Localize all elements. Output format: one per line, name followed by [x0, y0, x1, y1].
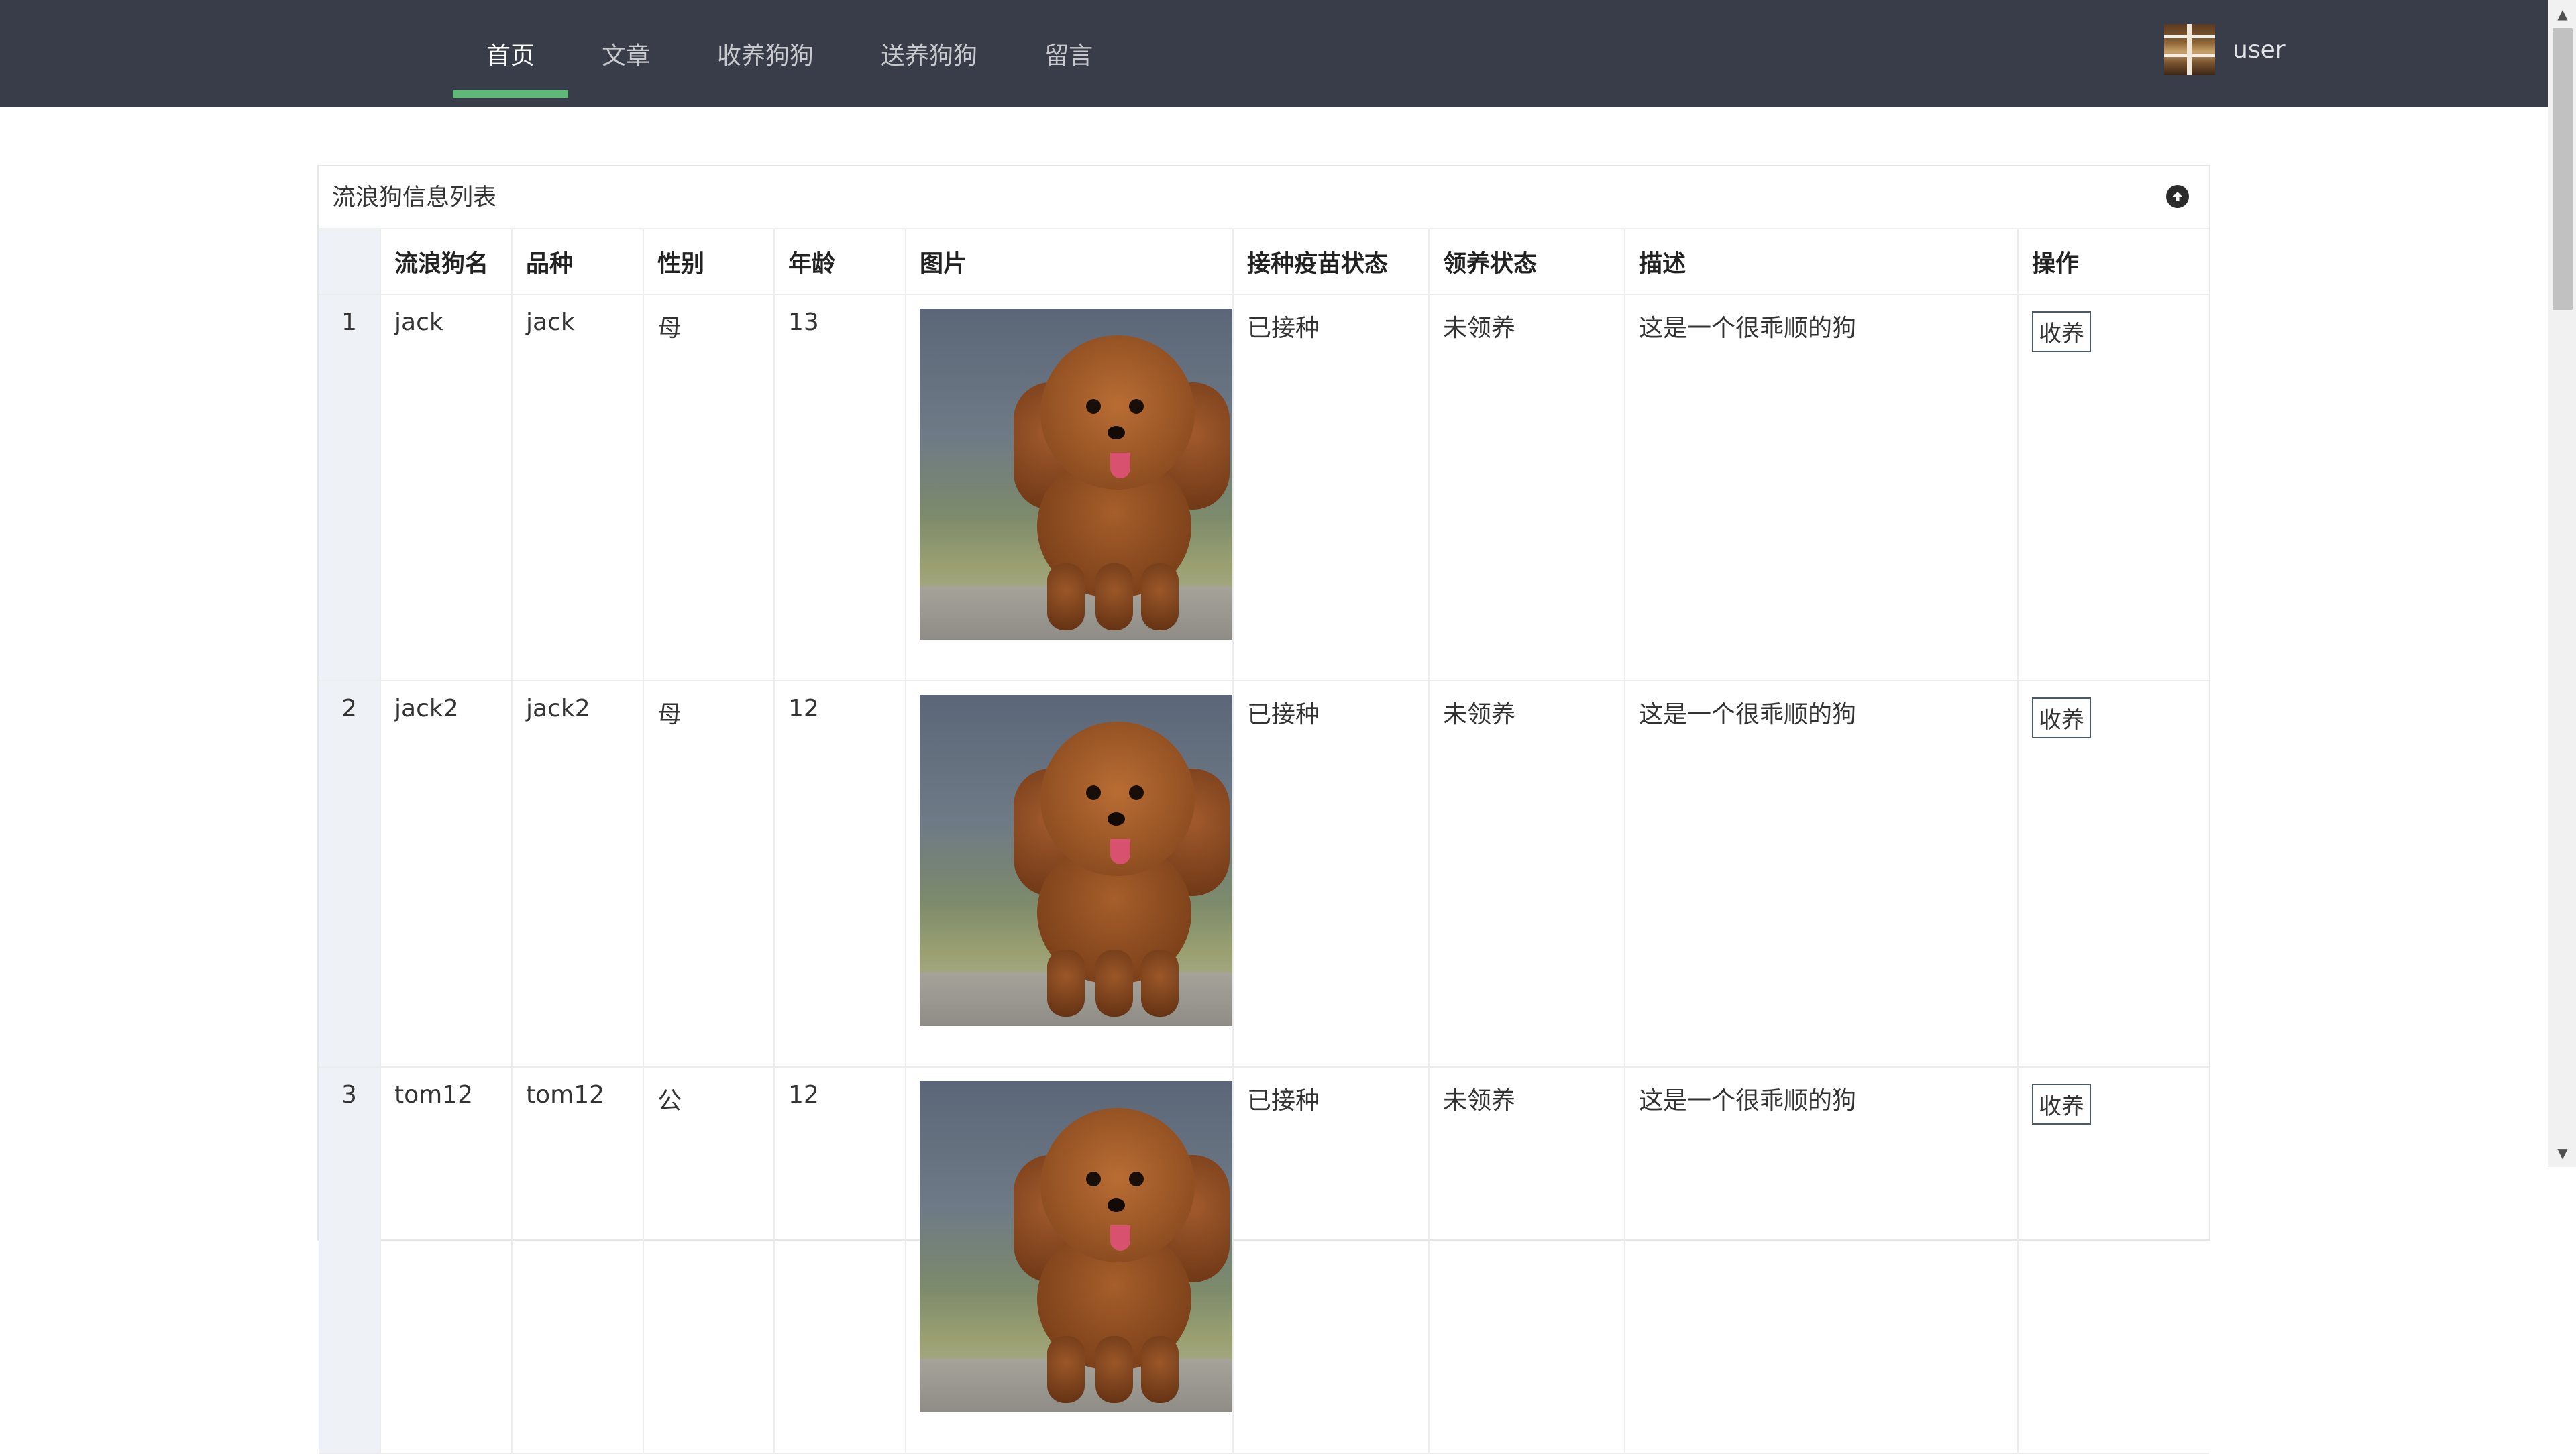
card-header: 流浪狗信息列表	[319, 166, 2209, 229]
nav-item-messages[interactable]: 留言	[1011, 0, 1126, 107]
dog-image-cell	[906, 1067, 1234, 1454]
adopt-button[interactable]: 收养	[2032, 1084, 2091, 1125]
dog-list-card: 流浪狗信息列表 流浪狗名 品种 性别 年龄 图片 接种疫苗状态 领养状态 描述 …	[317, 165, 2210, 1454]
dog-description: 这是一个很乖顺的狗	[1625, 681, 2019, 1068]
col-header-vaccine: 接种疫苗状态	[1233, 229, 1430, 295]
vaccine-status: 已接种	[1233, 681, 1430, 1068]
col-header-num	[319, 229, 381, 295]
col-header-adopt-status: 领养状态	[1429, 229, 1625, 295]
dog-photo	[920, 695, 1232, 1026]
nav-item-adopt-dogs[interactable]: 收养狗狗	[684, 0, 847, 107]
dog-name: jack	[380, 294, 513, 681]
row-number: 1	[319, 294, 381, 681]
dog-description: 这是一个很乖顺的狗	[1625, 1067, 2019, 1454]
top-header: 首页 文章 收养狗狗 送养狗狗 留言 user	[0, 0, 2548, 107]
table-row: 2 jack2 jack2 母 12 已接种 未领养 这是一个很乖顺的狗 收养	[319, 681, 2209, 1068]
nav-item-home[interactable]: 首页	[453, 0, 569, 107]
dog-description: 这是一个很乖顺的狗	[1625, 294, 2019, 681]
arrow-up-circle-icon[interactable]	[2166, 185, 2189, 208]
nav-item-articles[interactable]: 文章	[568, 0, 684, 107]
user-name: user	[2233, 36, 2286, 64]
dog-breed: tom12	[512, 1067, 644, 1454]
vaccine-status: 已接种	[1233, 294, 1430, 681]
col-header-gender: 性别	[643, 229, 775, 295]
col-header-name: 流浪狗名	[380, 229, 513, 295]
user-menu[interactable]: user	[2164, 24, 2286, 75]
table-header-row: 流浪狗名 品种 性别 年龄 图片 接种疫苗状态 领养状态 描述 操作	[319, 229, 2209, 295]
dog-name: tom12	[380, 1067, 513, 1454]
row-number: 2	[319, 681, 381, 1068]
dog-age: 13	[774, 294, 906, 681]
scrollbar-thumb[interactable]	[2553, 28, 2573, 310]
row-number: 3	[319, 1067, 381, 1454]
dog-age: 12	[774, 1067, 906, 1454]
adopt-button[interactable]: 收养	[2032, 311, 2091, 352]
dog-photo	[920, 309, 1232, 640]
dog-gender: 母	[643, 681, 775, 1068]
action-cell: 收养	[2018, 681, 2209, 1068]
adopt-status: 未领养	[1429, 294, 1625, 681]
nav-item-rehome-dogs[interactable]: 送养狗狗	[847, 0, 1011, 107]
scroll-down-arrow-icon[interactable]: ▼	[2548, 1139, 2576, 1167]
card-title: 流浪狗信息列表	[332, 184, 497, 211]
col-header-breed: 品种	[512, 229, 644, 295]
scroll-up-arrow-icon[interactable]: ▲	[2548, 0, 2576, 28]
dog-image-cell	[906, 294, 1234, 681]
vaccine-status: 已接种	[1233, 1067, 1430, 1454]
table-row: 3 tom12 tom12 公 12 已接种 未领养 这是一个很乖顺的狗 收养	[319, 1067, 2209, 1454]
action-cell: 收养	[2018, 1067, 2209, 1454]
dog-age: 12	[774, 681, 906, 1068]
col-header-age: 年龄	[774, 229, 906, 295]
dog-name: jack2	[380, 681, 513, 1068]
col-header-description: 描述	[1625, 229, 2019, 295]
dog-gender: 母	[643, 294, 775, 681]
avatar	[2164, 24, 2215, 75]
col-header-image: 图片	[906, 229, 1234, 295]
table-row: 1 jack jack 母 13 已接种 未领养 这是一个很乖顺的狗 收养	[319, 294, 2209, 681]
main-nav: 首页 文章 收养狗狗 送养狗狗 留言	[453, 0, 1126, 107]
dog-table: 流浪狗名 品种 性别 年龄 图片 接种疫苗状态 领养状态 描述 操作 1 jac…	[319, 229, 2209, 1454]
dog-image-cell	[906, 681, 1234, 1068]
page-scrollbar[interactable]: ▲ ▼	[2548, 0, 2576, 1167]
dog-breed: jack	[512, 294, 644, 681]
adopt-status: 未领养	[1429, 1067, 1625, 1454]
col-header-action: 操作	[2018, 229, 2209, 295]
dog-photo	[920, 1081, 1232, 1412]
adopt-button[interactable]: 收养	[2032, 697, 2091, 738]
dog-breed: jack2	[512, 681, 644, 1068]
adopt-status: 未领养	[1429, 681, 1625, 1068]
dog-gender: 公	[643, 1067, 775, 1454]
action-cell: 收养	[2018, 294, 2209, 681]
